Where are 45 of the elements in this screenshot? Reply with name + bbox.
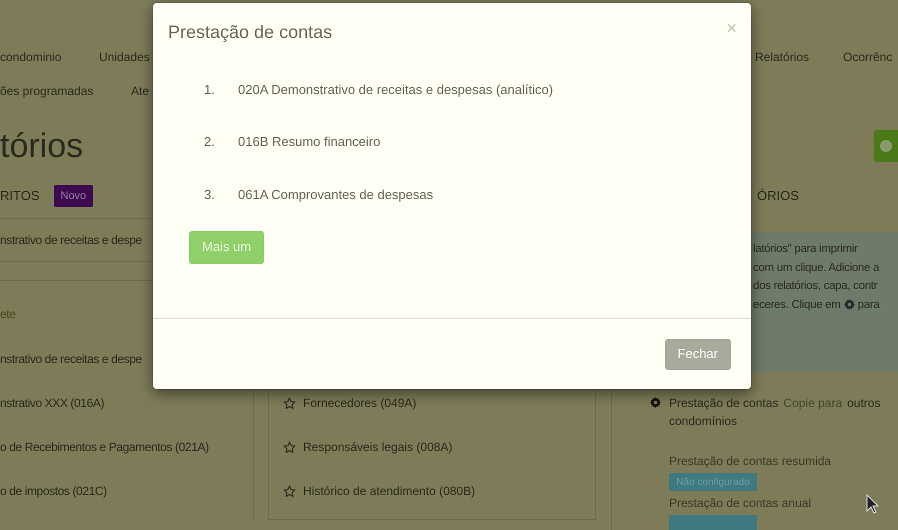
report-link[interactable]: Histórico de atendimento (080B): [303, 482, 476, 500]
report-item: 061A Comprovantes de despesas: [238, 186, 434, 204]
nav-link[interactable]: Relatórios: [755, 50, 810, 64]
star-icon[interactable]: [283, 396, 296, 410]
close-button[interactable]: ×: [726, 19, 737, 37]
panel-subtitle: ete: [0, 306, 16, 323]
report-link[interactable]: o de Recebimentos e Pagamentos (021A): [0, 438, 209, 456]
favorite-report-link[interactable]: nstrativo de receitas e despe: [0, 231, 142, 249]
star-icon[interactable]: [283, 440, 296, 454]
nav-link[interactable]: Ocorrênc: [843, 50, 892, 64]
mouse-cursor-icon: [866, 494, 879, 514]
info-text: com um clique. Adicione a: [753, 260, 880, 276]
nav-link[interactable]: Unidades: [99, 50, 150, 64]
report-name: Prestação de contas anual: [669, 495, 812, 512]
report-name: Prestação de contas resumida: [669, 453, 832, 470]
dialog-title: Prestação de contas: [168, 21, 332, 44]
report-link[interactable]: nstrativo XXX (016A): [0, 394, 104, 412]
info-text: eceres. Clique em: [753, 298, 841, 312]
gear-icon: [844, 299, 855, 310]
package-title: Prestação de contas: [669, 395, 778, 412]
nav-link[interactable]: Ate: [131, 84, 150, 98]
info-text: dos relatórios, capa, contr: [753, 279, 878, 294]
section-heading: ÓRIOS: [757, 187, 799, 206]
report-link[interactable]: Responsáveis legais (008A): [303, 438, 452, 456]
report-item: 020A Demonstrativo de receitas e despesas (analítico): [238, 80, 554, 99]
new-badge: Novo: [54, 184, 94, 208]
star-icon[interactable]: [283, 484, 296, 498]
close-dialog-button[interactable]: Fechar: [664, 338, 731, 370]
section-heading: RITOS: [0, 187, 40, 206]
copy-text: outros: [847, 395, 880, 412]
nav-link[interactable]: ões programadas: [0, 84, 94, 98]
list-number: 1.: [204, 80, 216, 98]
settings-icon: [650, 397, 661, 408]
list-number: 3.: [204, 186, 216, 204]
list-number: 2.: [204, 133, 216, 151]
info-text: latórios" para imprimir: [753, 242, 859, 257]
report-link[interactable]: o de impostos (021C): [0, 482, 107, 500]
report-link[interactable]: nstrativo de receitas e despe: [0, 350, 142, 368]
report-link[interactable]: Fornecedores (049A): [303, 394, 416, 412]
copy-link[interactable]: Copie para: [783, 394, 842, 412]
report-item: 016B Resumo financeiro: [238, 133, 380, 151]
info-text: para: [858, 298, 880, 312]
nav-link[interactable]: condominio: [0, 50, 62, 64]
page-title: tórios: [0, 129, 84, 163]
copy-text: condomínios: [669, 413, 738, 430]
